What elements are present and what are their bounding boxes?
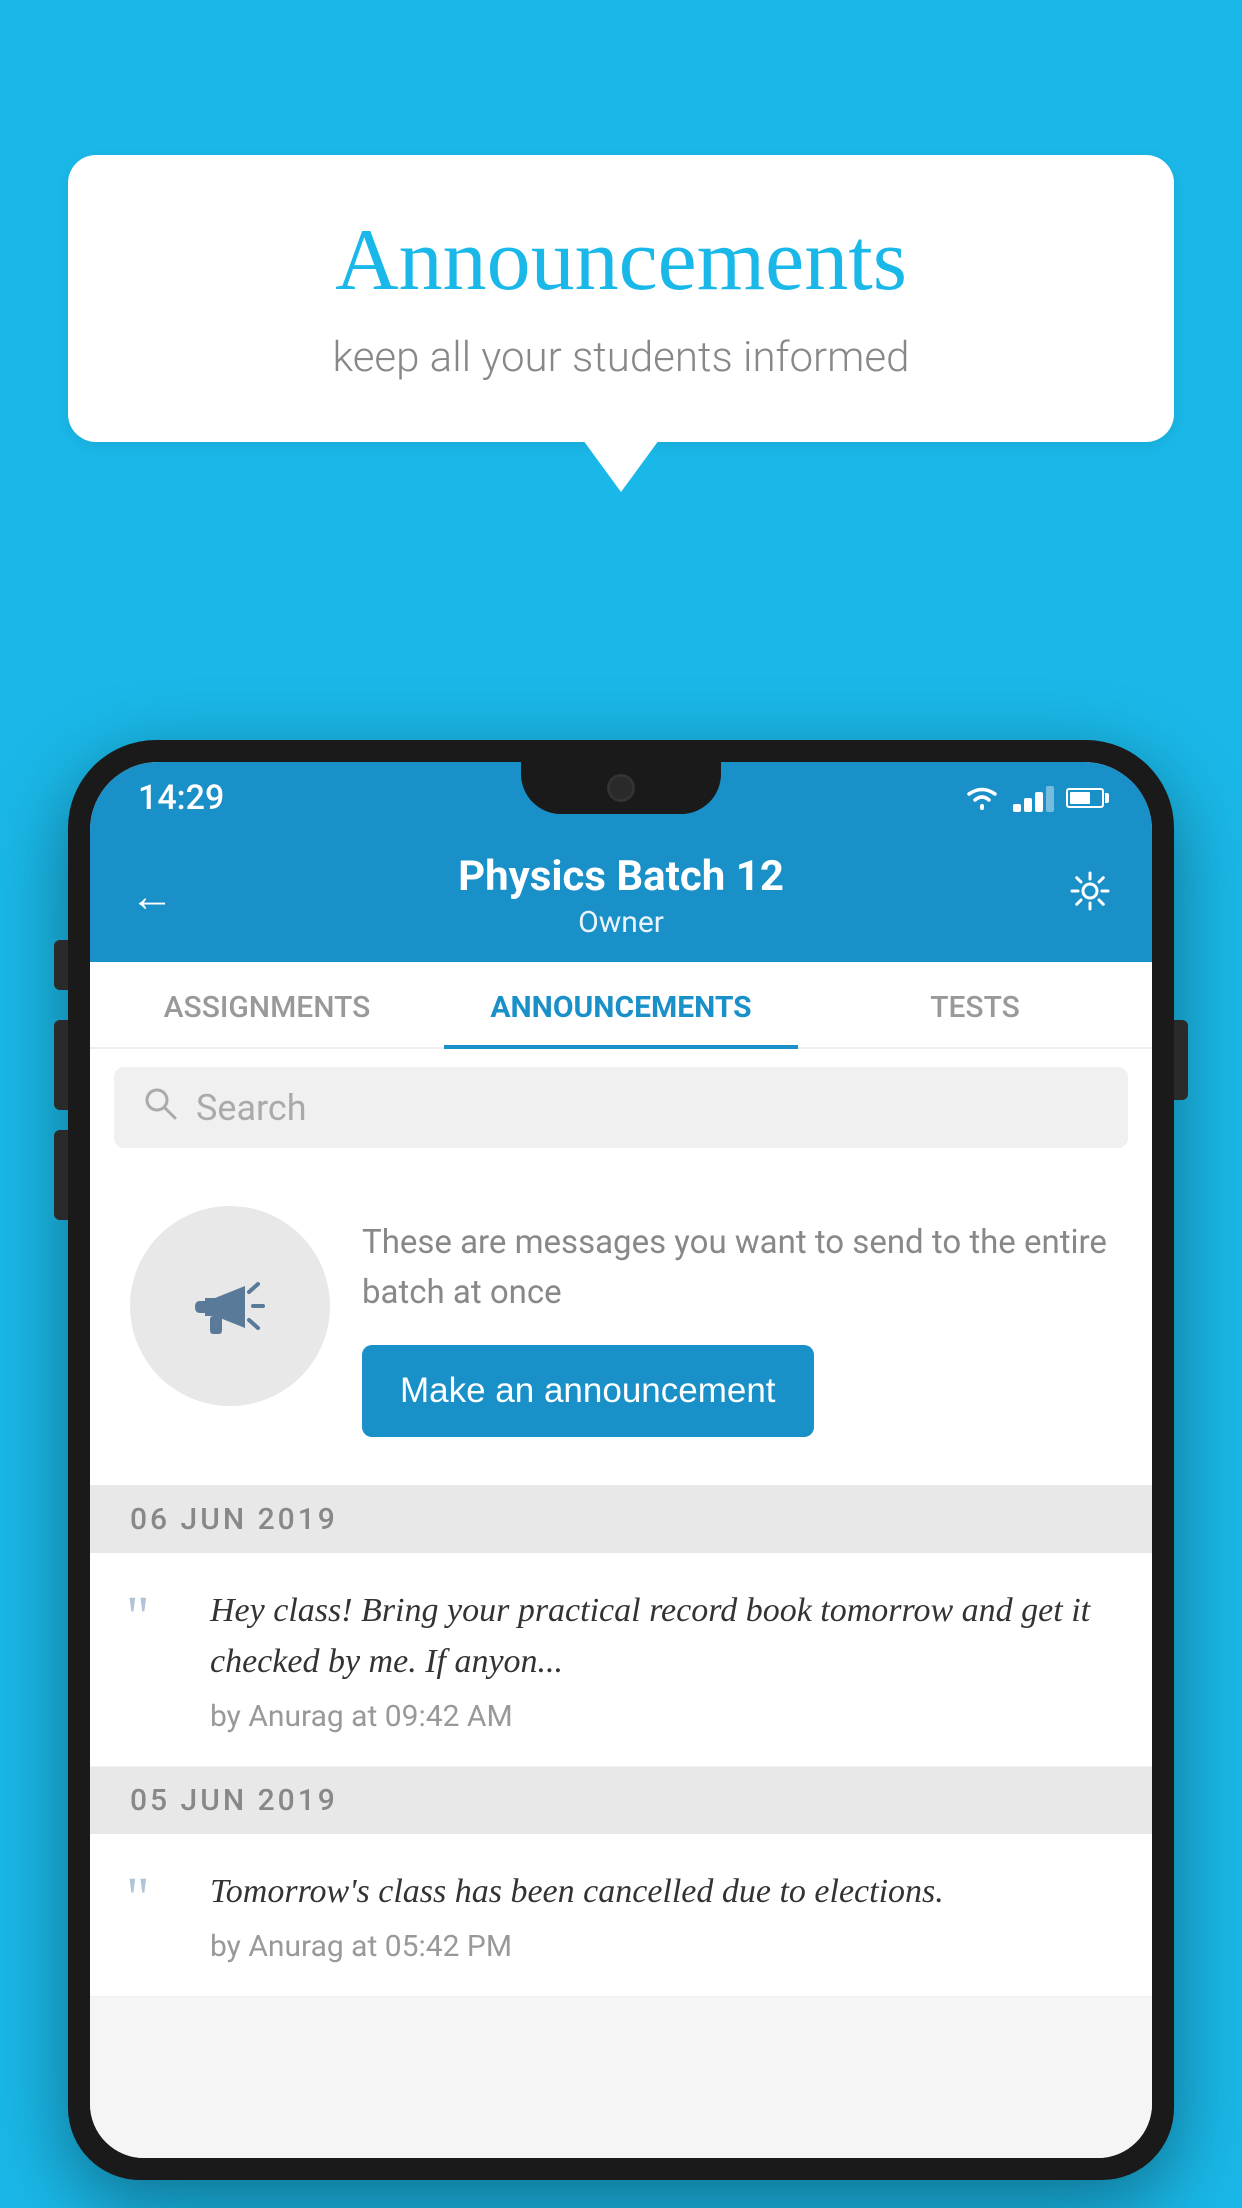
bubble-subtitle: keep all your students informed (128, 333, 1114, 382)
status-icons (963, 784, 1104, 812)
bubble-title: Announcements (128, 210, 1114, 311)
phone-mute-button (54, 940, 68, 990)
megaphone-icon (180, 1256, 280, 1356)
front-camera (607, 774, 635, 802)
tab-assignments[interactable]: ASSIGNMENTS (90, 962, 444, 1047)
app-header: ← Physics Batch 12 Owner (90, 834, 1152, 962)
promo-icon-circle (130, 1206, 330, 1406)
phone-power-button (1174, 1020, 1188, 1100)
date-separator-2: 05 JUN 2019 (90, 1767, 1152, 1834)
announcement-meta-2: by Anurag at 05:42 PM (210, 1929, 1112, 1964)
date-label-1: 06 JUN 2019 (130, 1502, 338, 1537)
announcement-text-group-2: Tomorrow's class has been cancelled due … (210, 1866, 1112, 1964)
owner-label: Owner (458, 905, 784, 940)
date-separator-1: 06 JUN 2019 (90, 1486, 1152, 1553)
announcement-text-group-1: Hey class! Bring your practical record b… (210, 1585, 1112, 1734)
phone-outer-frame: 14:29 (68, 740, 1174, 2180)
announcement-text-1: Hey class! Bring your practical record b… (210, 1585, 1112, 1687)
batch-title: Physics Batch 12 (458, 852, 784, 901)
phone-notch (521, 762, 721, 814)
phone-volume-down-button (54, 1130, 68, 1220)
phone-mockup: 14:29 (68, 740, 1174, 2208)
speech-bubble-tail (583, 440, 659, 492)
announcement-item-1[interactable]: " Hey class! Bring your practical record… (90, 1553, 1152, 1767)
announcement-item-2[interactable]: " Tomorrow's class has been cancelled du… (90, 1834, 1152, 1997)
svg-text:": " (126, 1877, 150, 1921)
announcement-text-2: Tomorrow's class has been cancelled due … (210, 1866, 1112, 1917)
back-button[interactable]: ← (130, 870, 174, 922)
announcement-meta-1: by Anurag at 09:42 AM (210, 1699, 1112, 1734)
speech-bubble-card: Announcements keep all your students inf… (68, 155, 1174, 442)
content-area: Search (90, 1049, 1152, 2158)
speech-bubble-section: Announcements keep all your students inf… (68, 155, 1174, 492)
settings-icon[interactable] (1068, 869, 1112, 924)
quote-icon-2: " (122, 1866, 182, 1930)
tab-announcements[interactable]: ANNOUNCEMENTS (444, 962, 798, 1047)
phone-volume-up-button (54, 1020, 68, 1110)
signal-icon (1013, 784, 1054, 812)
date-label-2: 05 JUN 2019 (130, 1783, 338, 1818)
phone-screen: 14:29 (90, 762, 1152, 2158)
promo-card: These are messages you want to send to t… (90, 1166, 1152, 1486)
status-time: 14:29 (138, 778, 224, 818)
svg-text:": " (126, 1596, 150, 1640)
tab-tests[interactable]: TESTS (798, 962, 1152, 1047)
promo-content: These are messages you want to send to t… (362, 1206, 1112, 1437)
quote-icon-1: " (122, 1585, 182, 1649)
search-placeholder: Search (196, 1087, 307, 1129)
search-box[interactable]: Search (114, 1067, 1128, 1148)
tabs-bar: ASSIGNMENTS ANNOUNCEMENTS TESTS (90, 962, 1152, 1049)
make-announcement-button[interactable]: Make an announcement (362, 1345, 814, 1437)
promo-description: These are messages you want to send to t… (362, 1218, 1112, 1317)
search-container: Search (90, 1049, 1152, 1166)
battery-icon (1066, 788, 1104, 808)
wifi-icon (963, 784, 1001, 812)
search-icon (142, 1085, 178, 1130)
header-title-group: Physics Batch 12 Owner (458, 852, 784, 940)
